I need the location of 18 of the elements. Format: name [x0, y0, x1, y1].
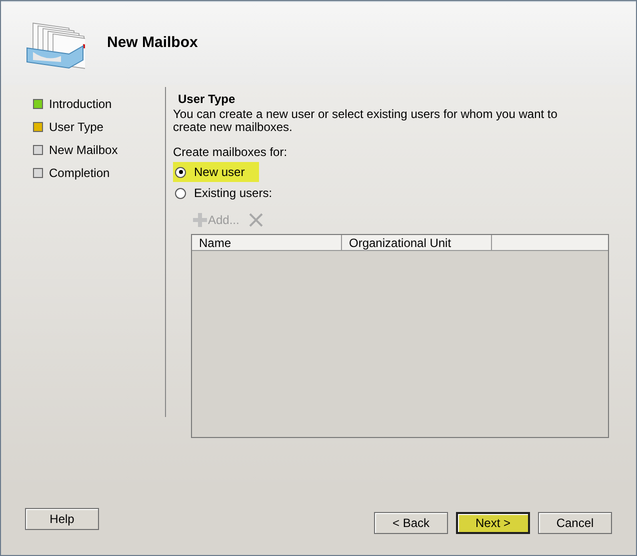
dialog-button[interactable]: Next > [456, 512, 530, 534]
step-label: Introduction [49, 96, 112, 113]
step-label: User Type [49, 119, 104, 136]
wizard-title: New Mailbox [107, 33, 198, 54]
dialog-button[interactable]: Cancel [538, 512, 612, 534]
radio-option[interactable]: New user [173, 162, 259, 182]
page-description: You can create a new user or select existing users for whom you want to create new mailboxes. [173, 108, 558, 134]
dialog-button[interactable]: < Back [374, 512, 448, 534]
step-label: New Mailbox [49, 142, 118, 159]
column-header[interactable]: Organizational Unit [342, 235, 492, 250]
group-label: Create mailboxes for: [173, 144, 288, 161]
delete-icon[interactable] [249, 213, 264, 227]
plus-icon [193, 213, 207, 227]
column-header[interactable]: Name [192, 235, 342, 250]
dialog-button[interactable]: Help [25, 508, 99, 530]
step-label: Completion [49, 165, 110, 182]
radio-option[interactable]: Existing users: [173, 183, 286, 203]
page-heading: User Type [177, 91, 236, 108]
